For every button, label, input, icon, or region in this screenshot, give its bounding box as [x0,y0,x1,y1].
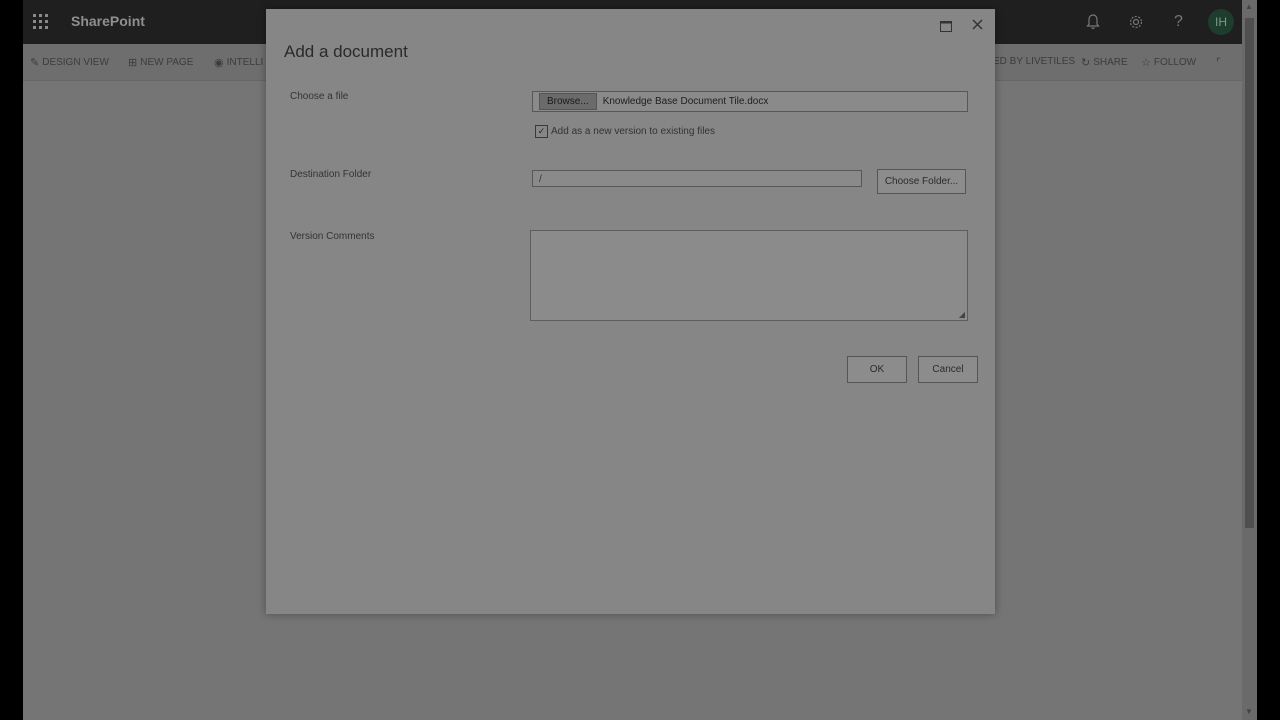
scroll-thumb[interactable] [1245,18,1254,528]
close-icon[interactable] [972,19,986,33]
share-icon: ↻ [1081,57,1091,69]
add-version-label: Add as a new version to existing files [551,126,715,137]
version-comments-textarea[interactable]: ◢ [530,230,968,321]
share-button[interactable]: ↻ SHARE [1081,56,1128,69]
app-launcher-icon[interactable] [33,14,49,30]
choose-folder-button[interactable]: Choose Folder... [877,169,966,194]
version-comments-label: Version Comments [290,231,375,242]
maximize-icon[interactable] [940,21,954,35]
livetiles-link[interactable]: ED BY LIVETILES [993,56,1075,67]
suite-icons: ? IH [1071,0,1242,44]
browse-button[interactable]: Browse... [539,93,597,110]
destination-folder-field[interactable]: / [532,170,862,187]
destination-label: Destination Folder [290,169,372,180]
file-input[interactable]: Browse... Knowledge Base Document Tile.d… [532,91,968,112]
design-view-label: DESIGN VIEW [42,57,109,68]
follow-button[interactable]: ☆ FOLLOW [1141,56,1196,69]
gear-icon[interactable] [1114,0,1157,44]
brand-name[interactable]: SharePoint [71,13,145,29]
scroll-up-icon[interactable]: ▲ [1245,2,1253,11]
file-name: Knowledge Base Document Tile.docx [602,96,769,107]
ok-button[interactable]: OK [847,356,907,383]
add-version-checkbox[interactable]: ✓ [535,125,548,138]
help-icon[interactable]: ? [1157,0,1200,44]
follow-label: FOLLOW [1153,57,1197,68]
add-document-dialog: Add a document Choose a file Browse... K… [266,9,995,614]
intelli-label: INTELLI [226,57,264,68]
choose-file-label: Choose a file [290,91,349,102]
new-page-button[interactable]: ⊞ NEW PAGE [128,56,193,69]
new-page-label: NEW PAGE [140,57,194,68]
cancel-button[interactable]: Cancel [918,356,978,383]
livetiles-label: ED BY LIVETILES [993,56,1076,67]
plus-box-icon: ⊞ [128,57,138,69]
add-version-option[interactable]: ✓ Add as a new version to existing files [535,125,715,138]
intelli-button[interactable]: ◉ INTELLI [214,56,263,69]
dialog-title: Add a document [284,42,408,61]
share-label: SHARE [1093,57,1128,68]
pencil-icon: ✎ [30,57,40,69]
bell-icon[interactable] [1071,0,1114,44]
scroll-down-icon[interactable]: ▼ [1245,707,1253,716]
design-view-button[interactable]: ✎ DESIGN VIEW [30,56,109,69]
focus-mode-icon[interactable]: ⌜ [1216,56,1221,69]
page-scrollbar[interactable]: ▲ ▼ [1242,0,1257,720]
avatar[interactable]: IH [1208,9,1234,35]
star-icon: ☆ [1141,57,1151,69]
resize-grip-icon[interactable]: ◢ [959,310,965,319]
livetiles-icon: ◉ [214,57,224,69]
